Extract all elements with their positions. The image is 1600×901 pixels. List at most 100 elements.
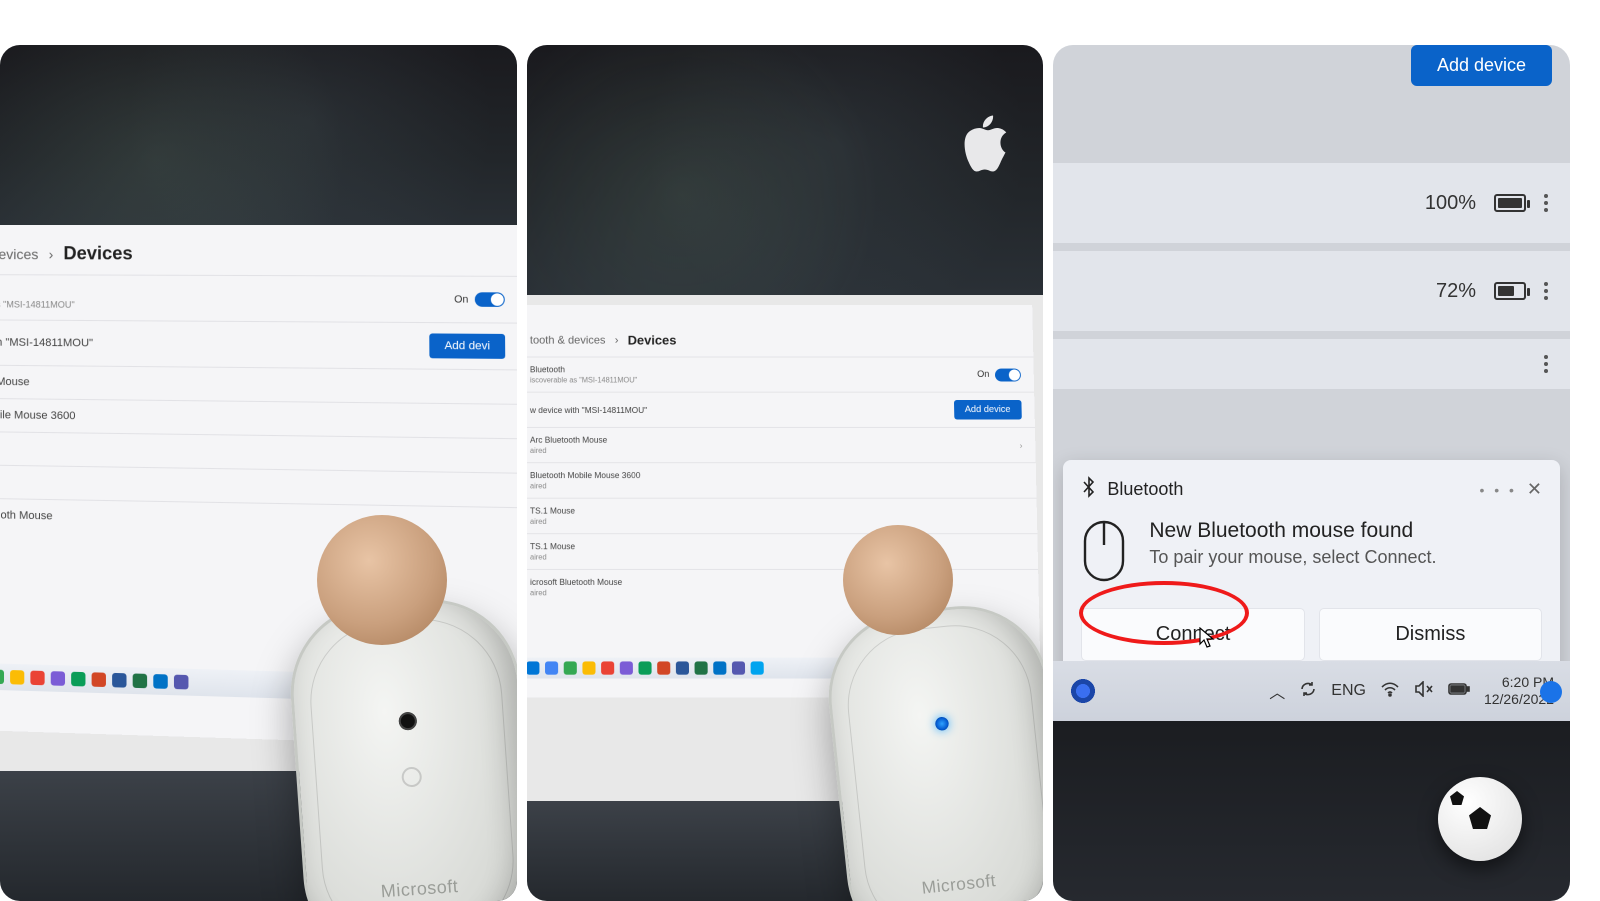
more-options-icon[interactable] (1544, 355, 1548, 373)
device-row[interactable]: TS.1 Mouseaired (527, 498, 1037, 534)
toggle-state: On (454, 294, 468, 305)
bluetooth-label: Bluetooth (530, 365, 637, 374)
battery-tray-icon[interactable] (1448, 682, 1470, 701)
device-label: Bluetooth Mobile Mouse 3600 (530, 471, 640, 480)
physical-mouse: Microsoft (820, 598, 1043, 901)
taskbar-app-icon[interactable] (732, 661, 745, 674)
cursor-icon (1199, 627, 1217, 655)
breadcrumb: tooth & devices › Devices (527, 305, 1033, 357)
chevron-up-icon[interactable]: ︿ (1269, 679, 1285, 703)
taskbar-app-icon[interactable] (545, 661, 558, 674)
add-device-button[interactable]: Add devi (429, 333, 505, 358)
bluetooth-toggle-row: ooth overable as "MSI-14811MOU" On (0, 274, 517, 323)
breadcrumb-sep: › (614, 334, 618, 347)
bluetooth-toggle[interactable]: On (977, 368, 1021, 381)
breadcrumb-sep: › (49, 246, 54, 262)
volume-mute-icon[interactable] (1414, 681, 1434, 702)
taskbar-app-icon[interactable] (0, 669, 4, 684)
taskbar-app-icon[interactable] (10, 670, 24, 685)
taskbar-app-icon[interactable] (563, 661, 576, 674)
taskbar-app-icon[interactable] (582, 661, 595, 674)
bluetooth-toggle[interactable]: On (454, 292, 505, 307)
taskbar-app-icon[interactable] (750, 661, 763, 674)
mouse-brand-label: Microsoft (921, 871, 997, 899)
taskbar-app-icon[interactable] (92, 672, 106, 687)
pair-label: evice with "MSI-14811MOU" (0, 336, 93, 349)
mouse-icon (1081, 519, 1127, 588)
more-options-icon[interactable] (1544, 282, 1548, 300)
device-battery-row[interactable]: 72% (1053, 251, 1570, 331)
device-row[interactable]: Bluetooth Mobile Mouse 3600 aired (527, 462, 1037, 497)
notification-more-icon[interactable]: • • • (1479, 482, 1516, 498)
device-label: luetooth Mouse (0, 375, 30, 388)
start-icon[interactable] (527, 661, 539, 674)
device-row[interactable]: icrosoft Bluetooth Mouseaired (527, 569, 1039, 605)
panel-step-3: Add device 100% 72% Bluetooth • • • ✕ (1053, 45, 1570, 901)
notification-title: New Bluetooth mouse found (1149, 519, 1436, 543)
taskbar-app-icon[interactable] (71, 672, 85, 687)
device-label: oft Bluetooth Mouse (0, 508, 53, 522)
bluetooth-icon (1081, 476, 1097, 503)
settings-gear-icon[interactable] (1069, 677, 1097, 705)
taskbar-app-icon[interactable] (174, 675, 189, 690)
mouse-sensor-lit-icon (935, 716, 950, 731)
taskbar-app-icon[interactable] (51, 671, 65, 686)
device-status: aired (530, 517, 575, 525)
notification-badge-icon[interactable] (1540, 681, 1562, 703)
device-battery-row[interactable]: 100% (1053, 163, 1570, 243)
taskbar-app-icon[interactable] (694, 661, 707, 674)
taskbar-app-icon[interactable] (619, 661, 632, 674)
add-device-button[interactable]: Add device (1411, 45, 1552, 86)
wifi-icon[interactable] (1380, 681, 1400, 702)
system-tray[interactable]: ︿ ENG 6:20 PM 12/26/2022 (1053, 661, 1570, 721)
taskbar-app-icon[interactable] (713, 661, 726, 674)
panel-step-2: tooth & devices › Devices Bluetooth isco… (527, 45, 1044, 901)
taskbar-app-icon[interactable] (30, 671, 44, 686)
hand-thumb (317, 515, 447, 645)
chevron-right-icon: › (1019, 440, 1022, 449)
taskbar-app-icon[interactable] (153, 674, 167, 689)
hand-thumb (843, 525, 953, 635)
taskbar-app-icon[interactable] (657, 661, 670, 674)
toggle-state: On (977, 369, 990, 379)
device-row[interactable]: TS.1 Mouse aired (527, 533, 1038, 569)
taskbar-app-icon[interactable] (601, 661, 614, 674)
device-row[interactable]: luetooth Mouse (0, 364, 517, 404)
device-row-empty[interactable] (1053, 339, 1570, 389)
bluetooth-toggle-row: Bluetooth iscoverable as "MSI-14811MOU" … (527, 357, 1034, 392)
breadcrumb-parent[interactable]: oth & devices (0, 246, 38, 262)
battery-partial-icon (1494, 282, 1526, 300)
bluetooth-sub: overable as "MSI-14811MOU" (0, 299, 75, 310)
device-label: TS.1 Mouse (530, 542, 575, 551)
battery-percent: 72% (1436, 280, 1476, 303)
soccer-ball-sticker-icon (1438, 777, 1522, 861)
battery-percent: 100% (1425, 192, 1476, 215)
language-indicator[interactable]: ENG (1331, 682, 1366, 700)
toggle-switch-icon (995, 368, 1021, 381)
taskbar-app-icon[interactable] (676, 661, 689, 674)
add-device-button[interactable]: Add device (953, 400, 1021, 419)
battery-full-icon (1494, 194, 1526, 212)
bluetooth-sub: iscoverable as "MSI-14811MOU" (530, 376, 637, 384)
close-icon[interactable]: ✕ (1527, 479, 1542, 500)
more-options-icon[interactable] (1544, 194, 1548, 212)
taskbar-app-icon[interactable] (638, 661, 651, 674)
device-status: aired (530, 553, 575, 561)
connect-button[interactable]: Connect (1081, 608, 1304, 661)
mouse-power-button-icon (401, 766, 422, 787)
device-status: aired (530, 482, 640, 490)
bluetooth-notification: Bluetooth • • • ✕ New Bluetooth mouse fo… (1063, 460, 1560, 679)
device-row[interactable]: Arc Bluetooth Mouse aired › (527, 427, 1036, 462)
apple-logo-icon (953, 115, 1013, 185)
bluetooth-label: ooth (0, 285, 75, 298)
device-label: Arc Bluetooth Mouse (530, 435, 607, 444)
taskbar-app-icon[interactable] (112, 673, 126, 688)
device-status: aired (530, 589, 622, 597)
sync-icon[interactable] (1299, 680, 1317, 703)
taskbar-app-icon[interactable] (133, 673, 147, 688)
device-label: ooth Mobile Mouse 3600 (0, 409, 75, 423)
dismiss-button[interactable]: Dismiss (1319, 608, 1542, 661)
device-status: aired (530, 446, 607, 454)
notification-header: Bluetooth (1107, 479, 1183, 500)
breadcrumb-parent[interactable]: tooth & devices (530, 334, 606, 347)
